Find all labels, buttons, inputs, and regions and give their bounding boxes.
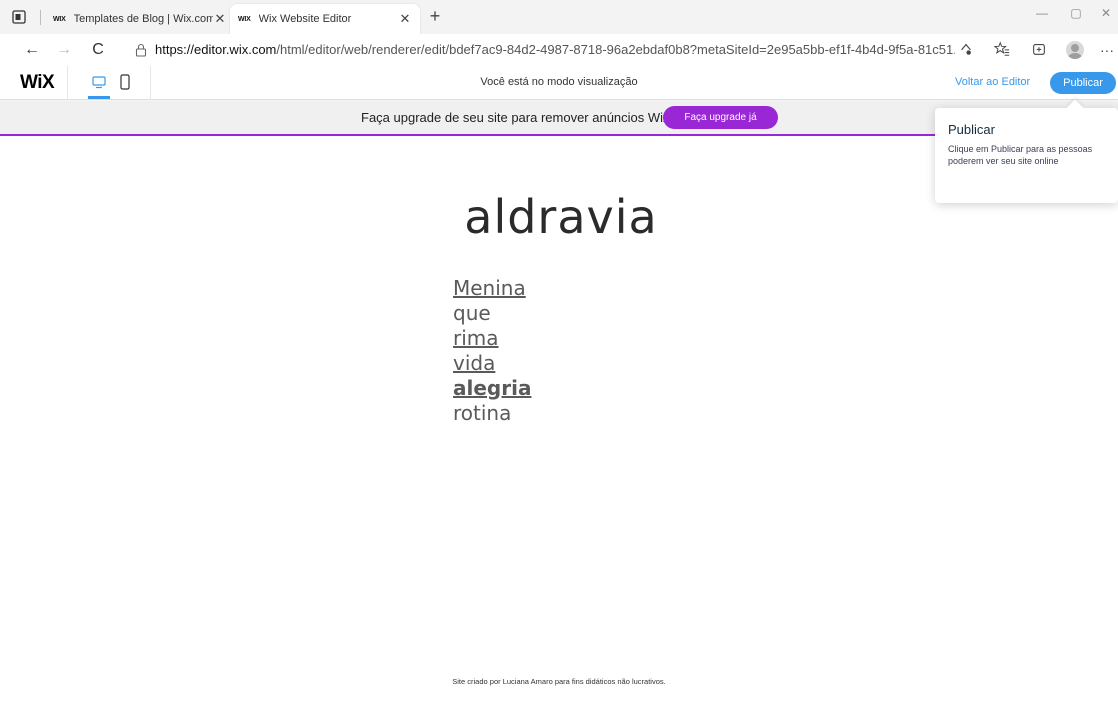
- back-icon[interactable]: ←: [20, 39, 44, 61]
- publish-tooltip: Publicar Clique em Publicar para as pess…: [935, 108, 1118, 203]
- favorites-icon[interactable]: [993, 41, 1011, 59]
- tab-actions-icon[interactable]: [10, 8, 28, 26]
- close-icon[interactable]: ✕: [213, 11, 227, 27]
- tab-templates[interactable]: WIX Templates de Blog | Wix.com ✕: [45, 4, 235, 34]
- poem-line-link[interactable]: rima: [453, 326, 531, 351]
- tooltip-title: Publicar: [948, 122, 995, 137]
- url-path: /html/editor/web/renderer/edit/bdef7ac9-…: [276, 42, 955, 57]
- window-close-icon[interactable]: ✕: [1094, 6, 1118, 20]
- address-bar: ← → C https://editor.wix.com/html/editor…: [0, 34, 1118, 66]
- wix-favicon-icon: WIX: [238, 15, 251, 23]
- upgrade-now-button[interactable]: Faça upgrade já: [663, 106, 778, 129]
- poem-line-link[interactable]: vida: [453, 351, 531, 376]
- profile-avatar-icon[interactable]: [1066, 41, 1084, 59]
- wix-preview-bar: WiX Você está no modo visualização Volta…: [0, 66, 1118, 100]
- publish-button[interactable]: Publicar: [1050, 72, 1116, 94]
- url-field[interactable]: https://editor.wix.com/html/editor/web/r…: [155, 42, 955, 57]
- poem-line: que: [453, 301, 491, 325]
- tab-title: Wix Website Editor: [258, 13, 352, 25]
- poem-line: rotina: [453, 401, 512, 425]
- tab-separator: [40, 10, 41, 25]
- site-title: aldravia: [0, 190, 1118, 244]
- url-host: https://editor.wix.com: [155, 42, 277, 57]
- maximize-icon[interactable]: ▢: [1064, 6, 1088, 20]
- active-device-indicator: [88, 96, 110, 99]
- upgrade-banner-text: Faça upgrade de seu site para remover an…: [361, 110, 670, 125]
- reload-icon[interactable]: C: [86, 39, 110, 61]
- poem-line-link[interactable]: Menina: [453, 276, 531, 301]
- browser-tab-strip: WIX Templates de Blog | Wix.com ✕ WIX Wi…: [0, 0, 1118, 34]
- more-icon[interactable]: ···: [1098, 41, 1116, 59]
- new-tab-button[interactable]: +: [424, 6, 446, 28]
- tab-title: Templates de Blog | Wix.com: [73, 13, 213, 25]
- tab-wix-editor[interactable]: WIX Wix Website Editor ✕: [230, 4, 420, 34]
- read-aloud-icon[interactable]: [957, 41, 975, 59]
- site-footer: Site criado por Luciana Amaro para fins …: [0, 677, 1118, 687]
- collections-icon[interactable]: [1030, 41, 1048, 59]
- poem-line-link[interactable]: alegria: [453, 376, 531, 401]
- back-to-editor-link[interactable]: Voltar ao Editor: [955, 76, 1030, 88]
- site-title-text: aldravia: [464, 190, 658, 244]
- wix-favicon-icon: WIX: [53, 15, 66, 23]
- tooltip-body: Clique em Publicar para as pessoas poder…: [948, 144, 1093, 166]
- preview-mode-label: Você está no modo visualização: [480, 76, 638, 88]
- minimize-icon[interactable]: —: [1030, 6, 1054, 20]
- footer-text: Site criado por Luciana Amaro para fins …: [452, 677, 666, 686]
- lock-icon[interactable]: [135, 43, 147, 57]
- forward-icon[interactable]: →: [52, 39, 76, 61]
- close-icon[interactable]: ✕: [398, 11, 412, 27]
- poem: Menina que rima vida alegria rotina: [453, 276, 531, 426]
